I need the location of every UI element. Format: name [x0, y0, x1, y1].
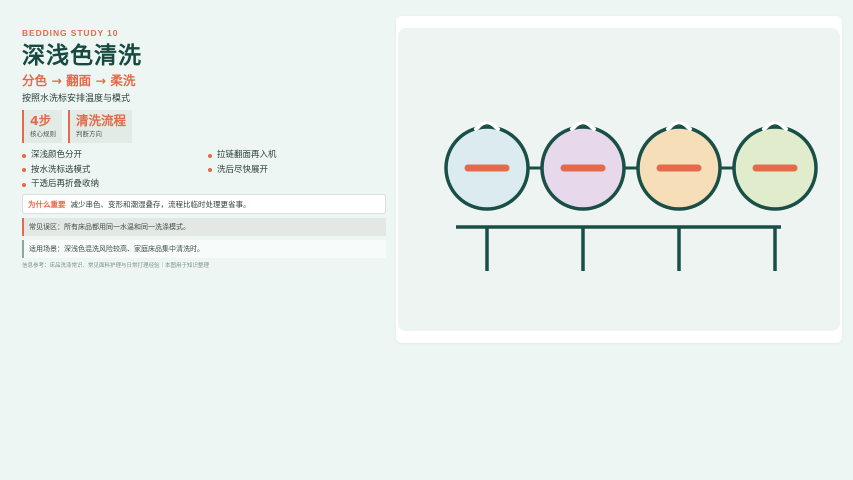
list-item: 洗后尽快展开 — [208, 164, 378, 177]
bullet-dot-icon — [208, 168, 212, 172]
stat-value: 清洗流程 — [76, 113, 127, 128]
bullet-dot-icon — [22, 153, 26, 158]
illustration-canvas — [398, 28, 840, 331]
description: 按照水洗标安排温度与模式 — [22, 94, 131, 104]
illustration-panel — [396, 16, 842, 343]
list-item: 拉链翻面再入机 — [208, 149, 378, 162]
stat-label: 核心规则 — [30, 130, 56, 138]
stats-row: 4步 核心规则 清洗流程 判断方向 — [22, 110, 386, 143]
source-note: 信息参考：床品洗涤常识、常见面料护理与日常打理经验｜本图用于知识整理 — [22, 263, 210, 269]
stat-card: 4步 核心规则 — [22, 110, 62, 143]
subtitle: 分色 → 翻面 → 柔洗 — [22, 73, 136, 88]
eyebrow: BEDDING STUDY 10 — [22, 28, 119, 38]
list-item-text: 深浅颜色分开 — [31, 150, 83, 160]
why-callout: 为什么重要 减少串色、变形和潮湿叠存，流程比临时处理更省事。 — [22, 194, 386, 214]
why-text: 减少串色、变形和潮湿叠存，流程比临时处理更省事。 — [70, 199, 251, 209]
usage-note: 适用场景：深浅色混洗风险较高、家庭床品集中清洗时。 — [22, 240, 386, 258]
bullet-dot-icon — [22, 168, 26, 172]
misconception-note: 常见误区：所有床品都用同一水温和同一洗涤模式。 — [22, 218, 386, 236]
list-item-text: 洗后尽快展开 — [217, 164, 269, 175]
page-title: 深浅色清洗 — [22, 43, 142, 69]
stat-value: 4步 — [30, 113, 52, 128]
why-label: 为什么重要 — [28, 199, 66, 209]
list-item: 干透后再折叠收纳 — [22, 178, 208, 191]
stat-label: 判断方向 — [76, 130, 102, 138]
bullet-dot-icon — [22, 182, 26, 187]
stat-card: 清洗流程 判断方向 — [68, 110, 133, 143]
content-column: BEDDING STUDY 10 深浅色清洗 分色 → 翻面 → 柔洗 按照水洗… — [22, 28, 386, 269]
list-item-text: 按水洗标选模式 — [31, 164, 91, 175]
washing-drums-illustration — [444, 121, 818, 271]
bullet-dot-icon — [208, 153, 212, 158]
list-item-text: 干透后再折叠收纳 — [31, 179, 100, 189]
bullet-list: 深浅颜色分开 拉链翻面再入机 按水洗标选模式 洗后尽快展开 干透后再折叠收纳 — [22, 149, 386, 191]
list-item: 按水洗标选模式 — [22, 164, 208, 177]
list-item: 深浅颜色分开 — [22, 149, 208, 162]
list-item-text: 拉链翻面再入机 — [217, 150, 277, 160]
